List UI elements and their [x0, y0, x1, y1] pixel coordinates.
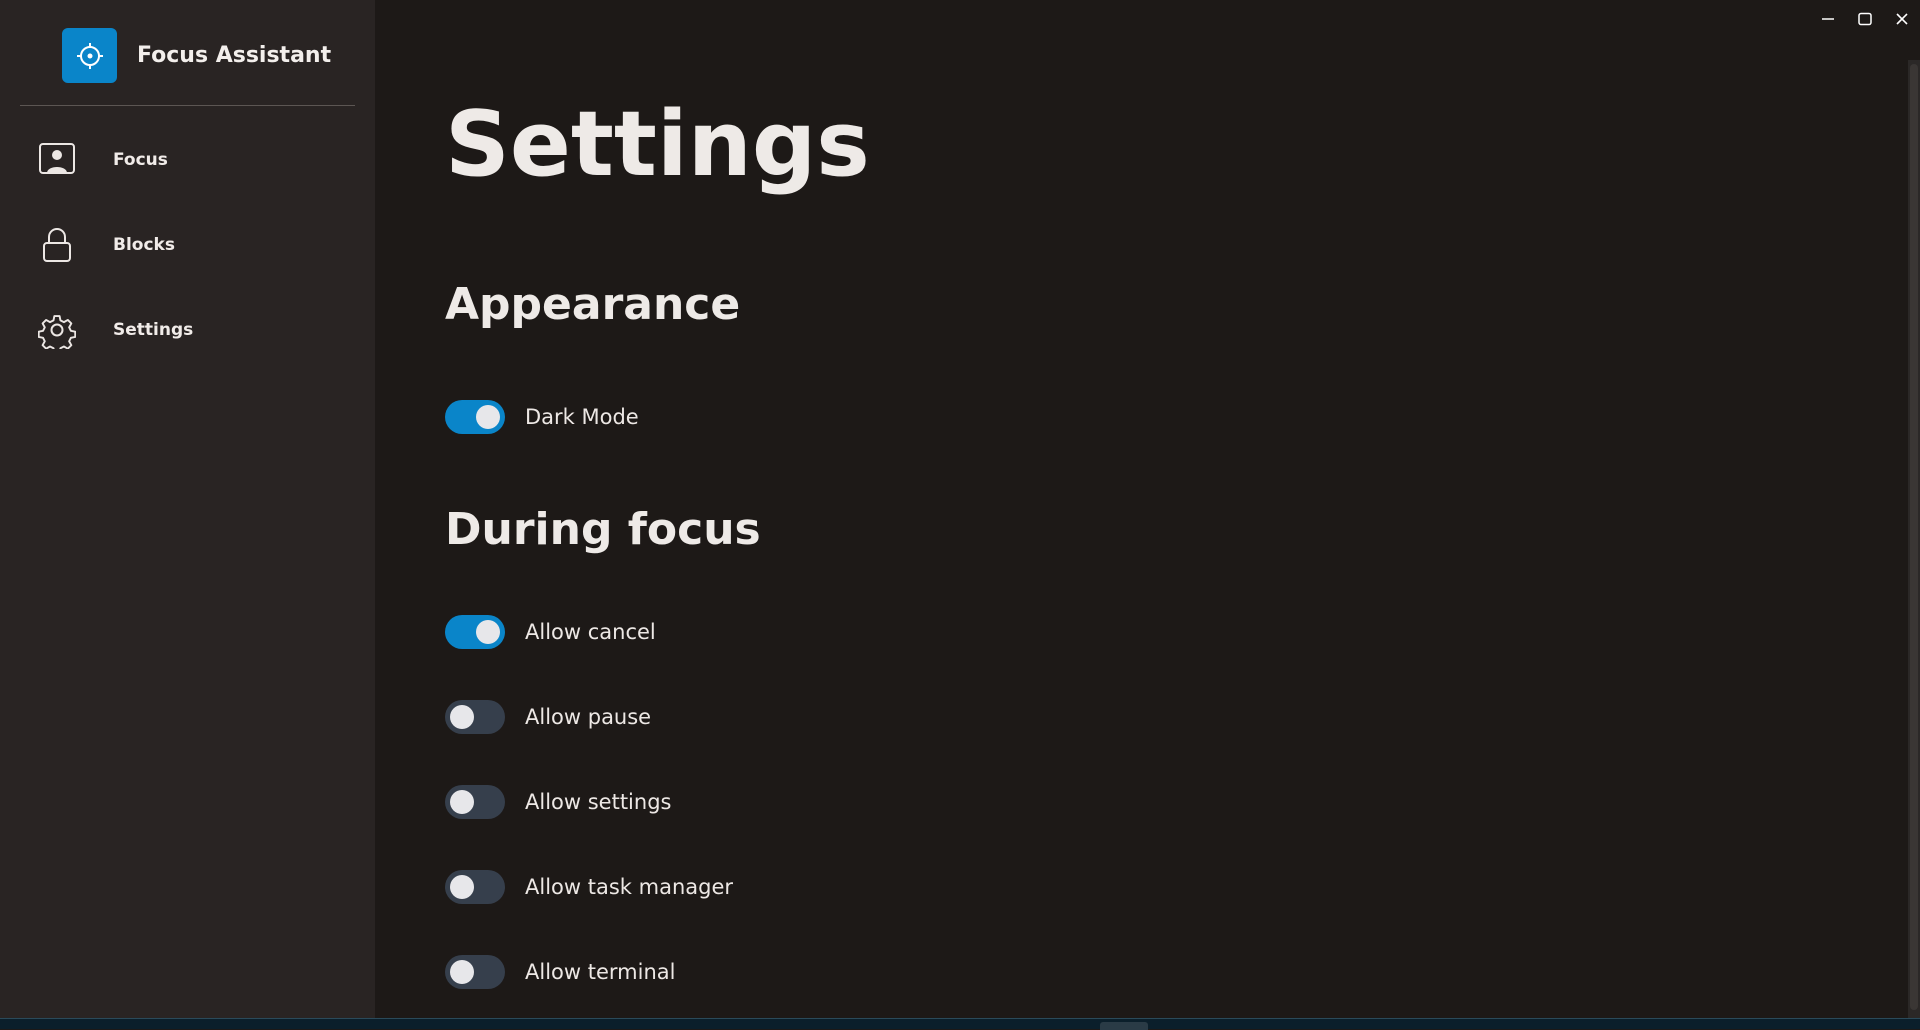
- toggle-knob: [450, 875, 474, 899]
- scrollbar[interactable]: [1908, 60, 1920, 1018]
- scrollbar-thumb[interactable]: [1910, 64, 1918, 1010]
- setting-allow-cancel: Allow cancel: [445, 614, 656, 650]
- sidebar-item-blocks[interactable]: Blocks: [20, 215, 355, 275]
- setting-label: Allow task manager: [525, 875, 734, 899]
- setting-label: Allow terminal: [525, 960, 676, 984]
- allow-pause-toggle[interactable]: [445, 700, 505, 734]
- setting-allow-pause: Allow pause: [445, 699, 651, 735]
- main-content: Settings Appearance Dark Mode During foc…: [375, 0, 1920, 1018]
- person-screen-icon: [20, 130, 94, 190]
- toggle-knob: [476, 620, 500, 644]
- setting-allow-terminal: Allow terminal: [445, 954, 675, 990]
- setting-dark-mode: Dark Mode: [445, 399, 639, 435]
- dark-mode-toggle[interactable]: [445, 400, 505, 434]
- sidebar-item-label: Blocks: [113, 235, 175, 255]
- sidebar-item-settings[interactable]: Settings: [20, 300, 355, 360]
- sidebar-divider: [20, 105, 355, 106]
- setting-allow-task-manager: Allow task manager: [445, 869, 733, 905]
- toggle-knob: [450, 960, 474, 984]
- setting-label: Allow pause: [525, 705, 652, 729]
- window-controls: [1809, 0, 1920, 38]
- allow-terminal-toggle[interactable]: [445, 955, 505, 989]
- brand: Focus Assistant: [62, 28, 331, 83]
- toggle-knob: [450, 790, 474, 814]
- setting-label: Allow settings: [525, 790, 672, 814]
- minimize-icon[interactable]: [1809, 0, 1846, 38]
- gear-icon: [20, 300, 94, 360]
- app-window: Focus Assistant Focus Blocks Settings Se…: [0, 0, 1920, 1018]
- app-title: Focus Assistant: [137, 43, 332, 68]
- setting-allow-settings: Allow settings: [445, 784, 671, 820]
- allow-task-manager-toggle[interactable]: [445, 870, 505, 904]
- allow-settings-toggle[interactable]: [445, 785, 505, 819]
- section-title-during-focus: During focus: [445, 504, 761, 555]
- sidebar-item-label: Focus: [113, 150, 168, 170]
- sidebar-item-label: Settings: [113, 320, 194, 340]
- setting-label: Dark Mode: [525, 405, 639, 429]
- page-title: Settings: [445, 92, 870, 197]
- taskbar: [0, 1018, 1920, 1030]
- close-icon[interactable]: [1883, 0, 1920, 38]
- crosshair-logo-icon: [62, 28, 117, 83]
- maximize-icon[interactable]: [1846, 0, 1883, 38]
- setting-label: Allow cancel: [525, 620, 656, 644]
- sidebar-item-focus[interactable]: Focus: [20, 130, 355, 190]
- toggle-knob: [476, 405, 500, 429]
- sidebar: Focus Assistant Focus Blocks Settings: [0, 0, 375, 1018]
- toggle-knob: [450, 705, 474, 729]
- allow-cancel-toggle[interactable]: [445, 615, 505, 649]
- lock-icon: [20, 215, 94, 275]
- section-title-appearance: Appearance: [445, 279, 741, 330]
